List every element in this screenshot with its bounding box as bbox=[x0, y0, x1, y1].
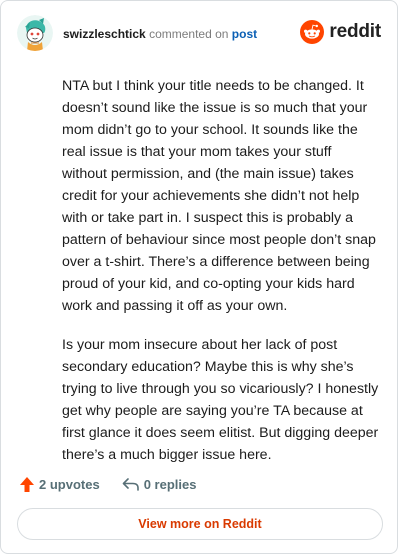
comment-header: swizzleschtick commented on post reddit bbox=[17, 15, 381, 55]
upvote-button[interactable]: 2 upvotes bbox=[19, 476, 100, 493]
action-text: commented on bbox=[149, 27, 229, 41]
user-avatar[interactable] bbox=[17, 15, 53, 51]
reddit-brand[interactable]: reddit bbox=[300, 20, 381, 44]
reddit-wordmark: reddit bbox=[329, 21, 381, 42]
view-more-button[interactable]: View more on Reddit bbox=[17, 508, 383, 540]
username[interactable]: swizzleschtick bbox=[63, 27, 146, 41]
snoo-avatar-icon bbox=[17, 15, 53, 51]
comment-embed-card: swizzleschtick commented on post reddit … bbox=[0, 0, 398, 554]
upvote-arrow-icon bbox=[20, 476, 34, 492]
post-link[interactable]: post bbox=[232, 27, 257, 41]
reply-button[interactable]: 0 replies bbox=[122, 476, 197, 492]
reddit-logo-icon bbox=[300, 20, 325, 44]
upvote-count: 2 upvotes bbox=[39, 476, 100, 492]
comment-body: NTA but I think your title needs to be c… bbox=[62, 75, 380, 483]
comment-paragraph: Is your mom insecure about her lack of p… bbox=[62, 337, 379, 463]
comment-meta: swizzleschtick commented on post bbox=[63, 26, 257, 42]
comment-actions: 2 upvotes 0 replies bbox=[19, 473, 196, 495]
reply-arrow-icon bbox=[122, 478, 139, 491]
comment-paragraph: NTA but I think your title needs to be c… bbox=[62, 78, 376, 314]
reply-count: 0 replies bbox=[143, 476, 197, 492]
